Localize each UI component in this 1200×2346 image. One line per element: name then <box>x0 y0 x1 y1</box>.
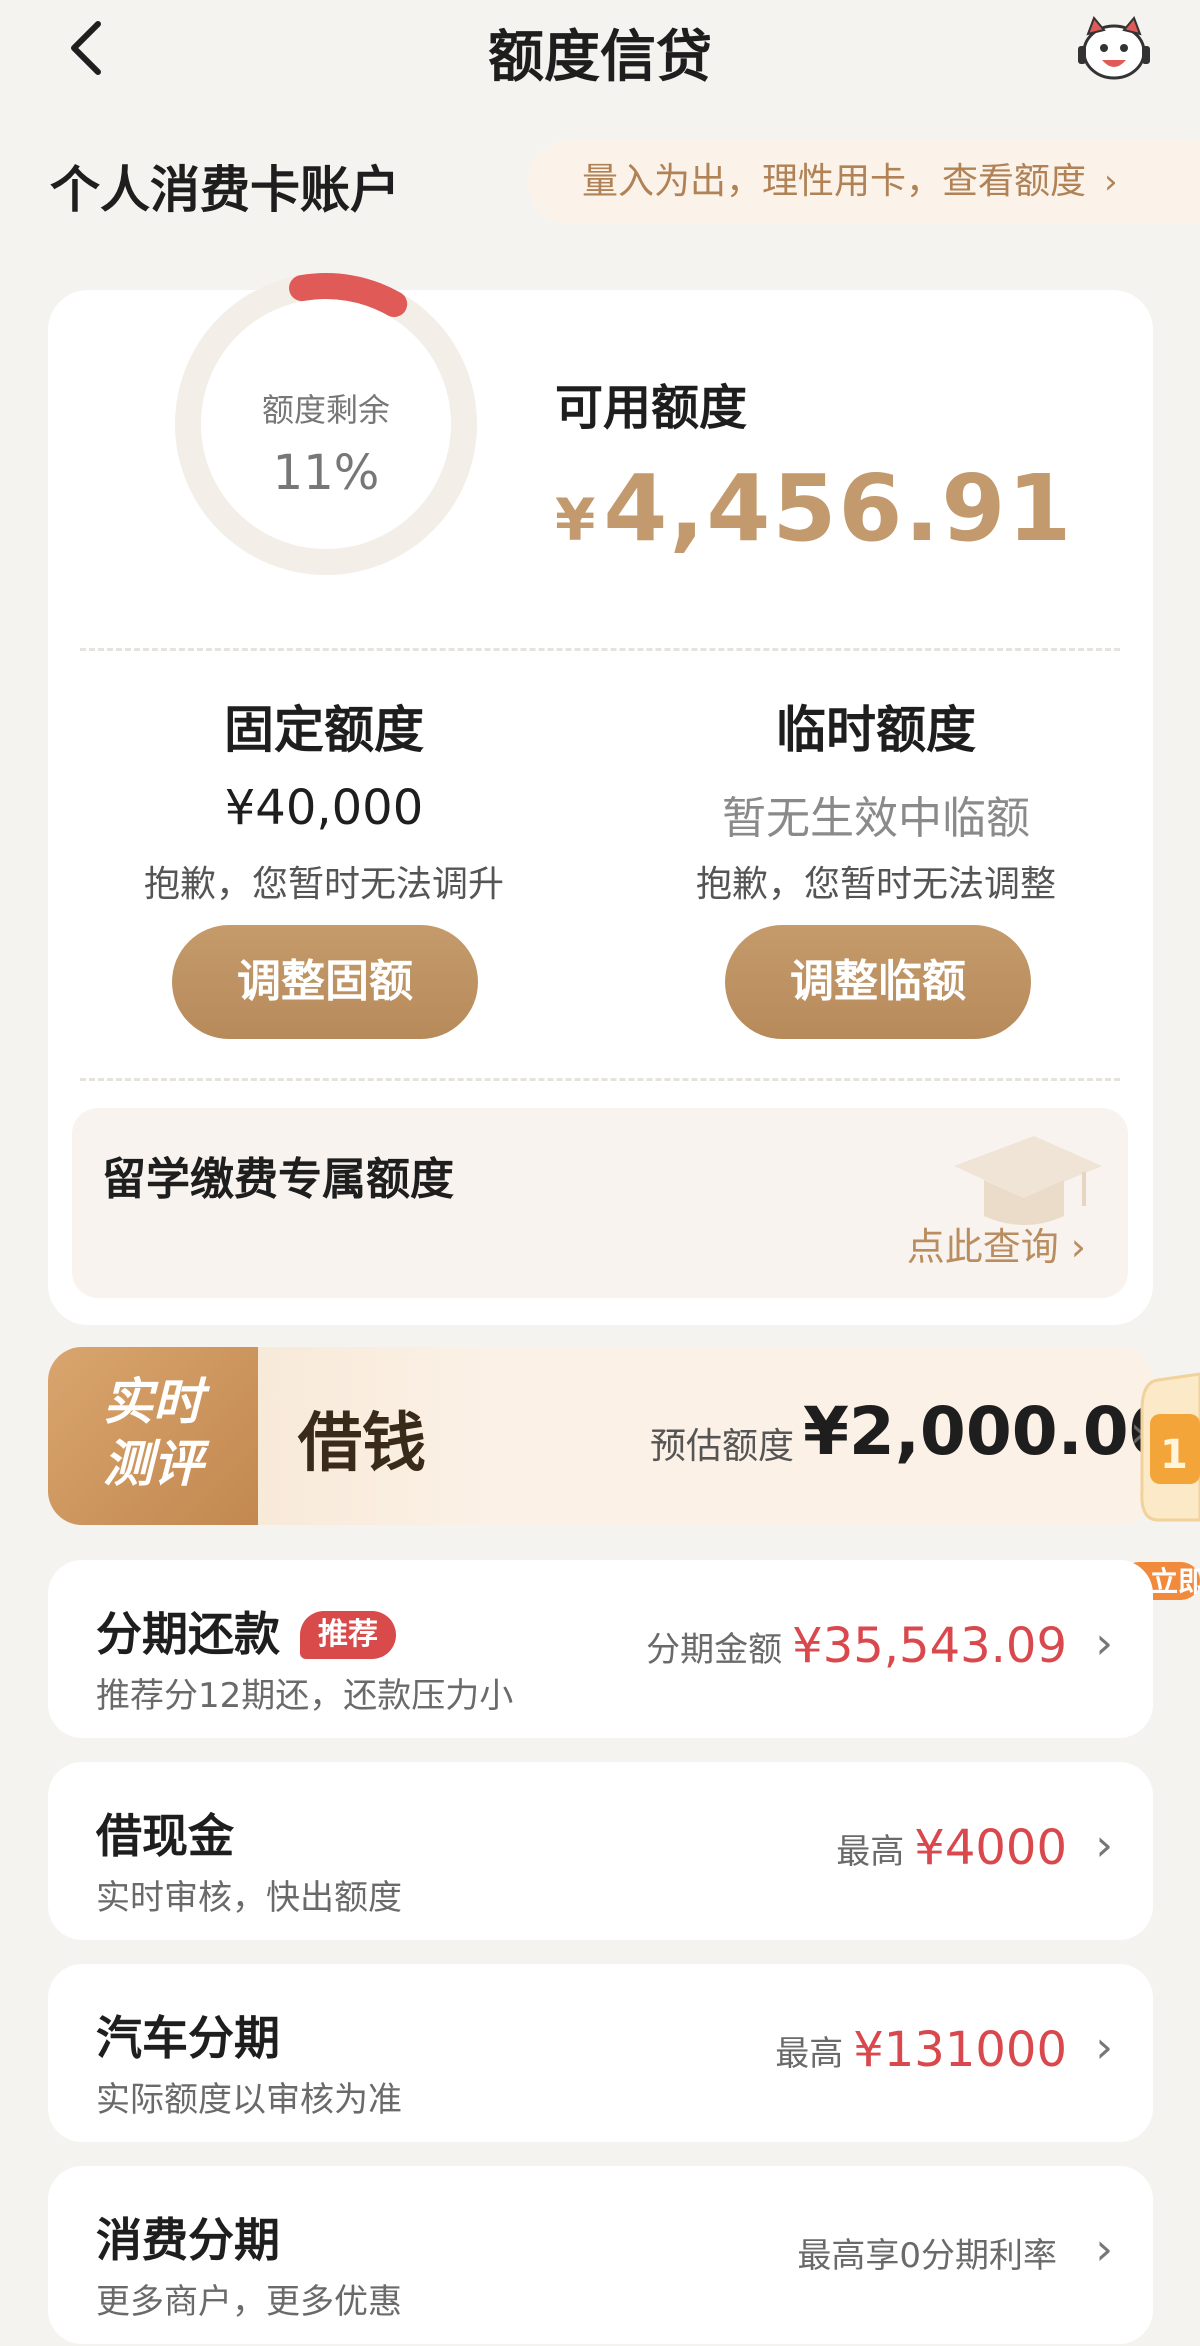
ring-label: 额度剩余 <box>261 391 390 429</box>
item-right-label: 最高 <box>775 2033 844 2074</box>
recommend-badge: 推荐 <box>300 1611 396 1659</box>
item-title: 借现金 <box>96 1809 234 1863</box>
item-right-label: 最高享0分期利率 <box>797 2235 1057 2276</box>
item-title: 分期还款 <box>96 1607 280 1661</box>
tag-line-1: 实时 <box>103 1373 203 1431</box>
chevron-right-icon: › <box>1095 1618 1113 1669</box>
currency-symbol: ¥ <box>555 486 598 554</box>
tip-text: 量入为出，理性用卡，查看额度 <box>582 161 1087 202</box>
chevron-right-icon: › <box>1104 162 1118 202</box>
study-abroad-limit-card[interactable]: 留学缴费专属额度 点此查询 › <box>72 1108 1128 1298</box>
item-right-label: 最高 <box>836 1831 905 1872</box>
item-subtitle: 实时审核，快出额度 <box>96 1878 402 1918</box>
list-item-car-installment[interactable]: 汽车分期 实际额度以审核为准 最高 ¥131000 › <box>48 1964 1153 2142</box>
adjust-temp-limit-button[interactable]: 调整临额 <box>725 925 1031 1039</box>
mascot-icon[interactable] <box>1074 12 1154 82</box>
temp-limit-value: 暂无生效中临额 <box>722 793 1030 844</box>
item-subtitle: 更多商户，更多优惠 <box>96 2282 402 2322</box>
tag-line-2: 测评 <box>103 1435 203 1493</box>
page-title: 额度信贷 <box>488 25 712 90</box>
available-limit-amount: ¥4,456.91 <box>555 455 1073 562</box>
item-subtitle: 实际额度以审核为准 <box>96 2080 402 2120</box>
fixed-limit-note: 抱歉，您暂时无法调升 <box>143 864 504 905</box>
borrow-title: 借钱 <box>298 1406 426 1481</box>
estimated-limit-amount: ¥2,000.00 <box>803 1393 1153 1470</box>
fixed-limit-value: ¥40,000 <box>224 780 424 836</box>
item-right-amount: ¥4000 <box>914 1820 1067 1876</box>
list-item-installment-repay[interactable]: 分期还款 推荐 推荐分12期还，还款压力小 分期金额 ¥35,543.09 › <box>48 1560 1153 1738</box>
temp-limit-title: 临时额度 <box>776 701 976 759</box>
account-title: 个人消费卡账户 <box>50 161 400 219</box>
item-title: 消费分期 <box>96 2213 280 2267</box>
item-right-amount: ¥35,543.09 <box>792 1618 1067 1674</box>
divider <box>80 648 1120 651</box>
query-link[interactable]: 点此查询 › <box>907 1216 1086 1271</box>
study-abroad-title: 留学缴费专属额度 <box>102 1154 454 1205</box>
svg-text:1: 1 <box>1160 1432 1188 1478</box>
item-right-amount: ¥131000 <box>853 2022 1067 2078</box>
borrow-money-banner[interactable]: 实时 测评 借钱 预估额度 ¥2,000.00 › <box>48 1347 1153 1525</box>
list-item-cash-loan[interactable]: 借现金 实时审核，快出额度 最高 ¥4000 › <box>48 1762 1153 1940</box>
fixed-limit-title: 固定额度 <box>224 701 424 759</box>
available-limit-label: 可用额度 <box>555 380 748 436</box>
chevron-right-icon: › <box>1095 2224 1113 2275</box>
promo-text: 立即 <box>1150 1565 1200 1598</box>
adjust-fixed-limit-button[interactable]: 调整固额 <box>172 925 478 1039</box>
item-right-label: 分期金额 <box>646 1629 783 1670</box>
list-item-consumer-installment[interactable]: 消费分期 更多商户，更多优惠 最高享0分期利率 › <box>48 2166 1153 2344</box>
temp-limit-note: 抱歉，您暂时无法调整 <box>695 864 1056 905</box>
ring-percent: 11% <box>272 445 380 501</box>
chevron-right-icon: › <box>1095 1820 1113 1871</box>
chevron-right-icon: › <box>1095 2022 1113 2073</box>
divider <box>80 1078 1120 1081</box>
available-amount-value: 4,456.91 <box>603 455 1074 562</box>
check-limit-tip[interactable]: 量入为出，理性用卡，查看额度 › <box>528 140 1200 224</box>
item-title: 汽车分期 <box>96 2011 280 2065</box>
item-subtitle: 推荐分12期还，还款压力小 <box>96 1676 514 1716</box>
estimated-limit-label: 预估额度 <box>650 1426 795 1467</box>
top-bar: 额度信贷 <box>0 0 1200 100</box>
realtime-assessment-tag: 实时 测评 <box>48 1347 258 1525</box>
